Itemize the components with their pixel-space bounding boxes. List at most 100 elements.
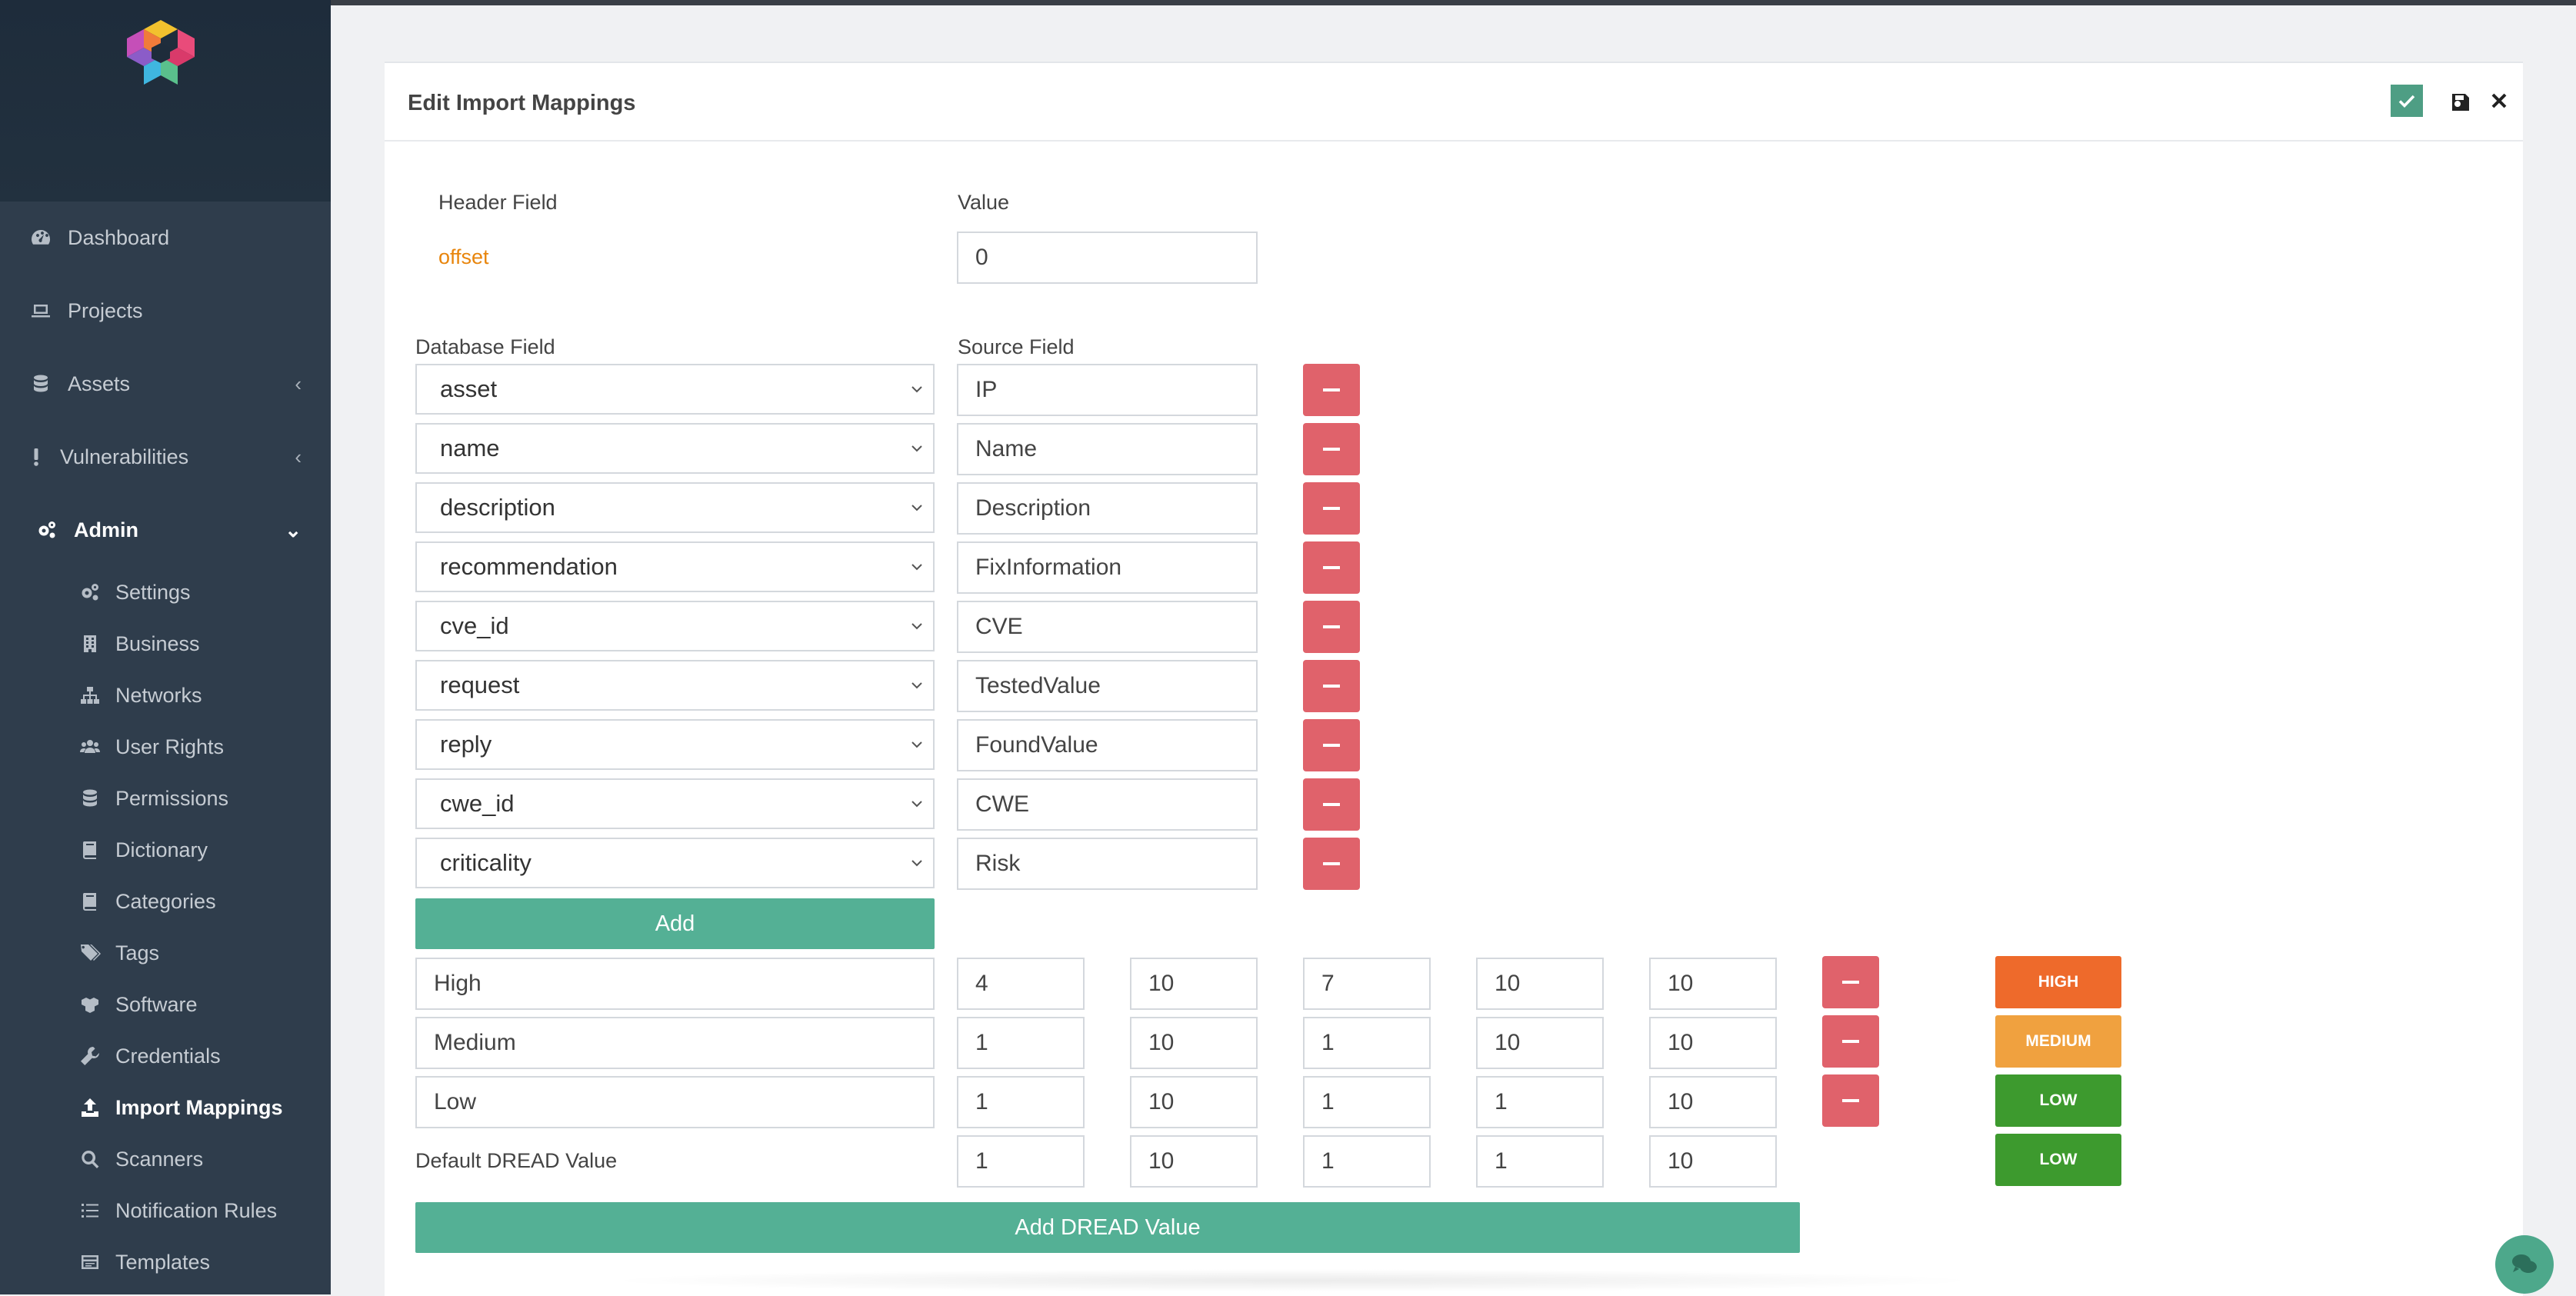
database-field-select[interactable]: cwe_id bbox=[415, 778, 935, 829]
remove-row-button[interactable] bbox=[1303, 601, 1360, 653]
dread-score-input[interactable]: 1 bbox=[957, 1017, 1085, 1069]
dread-score-input[interactable]: 10 bbox=[1476, 958, 1604, 1010]
tags-icon bbox=[77, 942, 103, 964]
sidebar-item-credentials[interactable]: Credentials bbox=[0, 1034, 331, 1078]
dread-score-input[interactable]: 1 bbox=[1303, 1017, 1431, 1069]
sidebar-item-categories[interactable]: Categories bbox=[0, 880, 331, 923]
remove-row-button[interactable] bbox=[1303, 364, 1360, 416]
dread-score-input[interactable]: 10 bbox=[1649, 958, 1777, 1010]
upload-icon bbox=[77, 1097, 103, 1118]
default-dread-score-input[interactable]: 1 bbox=[1303, 1135, 1431, 1188]
sidebar-item-business[interactable]: Business bbox=[0, 622, 331, 665]
database-field-value: request bbox=[440, 671, 520, 698]
close-button[interactable] bbox=[2488, 89, 2511, 112]
sidebar-item-templates[interactable]: Templates bbox=[0, 1241, 331, 1284]
add-mapping-button[interactable]: Add bbox=[415, 898, 935, 949]
remove-row-button[interactable] bbox=[1303, 423, 1360, 475]
list-icon bbox=[77, 1200, 103, 1221]
sidebar-item-label: Permissions bbox=[115, 786, 229, 810]
remove-row-button[interactable] bbox=[1303, 838, 1360, 890]
database-field-select[interactable]: name bbox=[415, 423, 935, 474]
sidebar-item-label: User Rights bbox=[115, 735, 225, 758]
default-dread-score-input[interactable]: 1 bbox=[1476, 1135, 1604, 1188]
sidebar-item-settings[interactable]: Settings bbox=[0, 571, 331, 614]
sidebar-item-admin[interactable]: Admin ⌄ bbox=[0, 507, 331, 553]
default-dread-score-input[interactable]: 1 bbox=[957, 1135, 1085, 1188]
remove-row-button[interactable] bbox=[1822, 1074, 1879, 1127]
source-field-input[interactable]: FixInformation bbox=[957, 541, 1258, 594]
severity-badge: HIGH bbox=[1995, 956, 2121, 1008]
default-dread-score-input[interactable]: 10 bbox=[1649, 1135, 1777, 1188]
sidebar-item-projects[interactable]: Projects bbox=[0, 288, 331, 334]
database-field-value: cve_id bbox=[440, 612, 509, 639]
database-field-select[interactable]: reply bbox=[415, 719, 935, 770]
source-field-input[interactable]: CVE bbox=[957, 601, 1258, 653]
database-field-select[interactable]: recommendation bbox=[415, 541, 935, 592]
dread-score-input[interactable]: 10 bbox=[1476, 1017, 1604, 1069]
remove-row-button[interactable] bbox=[1303, 778, 1360, 831]
remove-row-button[interactable] bbox=[1303, 719, 1360, 771]
database-field-select[interactable]: asset bbox=[415, 364, 935, 415]
source-field-input[interactable]: Name bbox=[957, 423, 1258, 475]
source-field-input[interactable]: IP bbox=[957, 364, 1258, 416]
database-field-select[interactable]: description bbox=[415, 482, 935, 533]
dread-score-input[interactable]: 10 bbox=[1649, 1017, 1777, 1069]
sidebar-item-label: Tags bbox=[115, 941, 160, 965]
dread-name-input[interactable]: High bbox=[415, 958, 935, 1010]
default-dread-score-input[interactable]: 10 bbox=[1130, 1135, 1258, 1188]
source-field-input[interactable]: CWE bbox=[957, 778, 1258, 831]
database-field-select[interactable]: criticality bbox=[415, 838, 935, 888]
severity-badge: LOW bbox=[1995, 1074, 2121, 1127]
database-field-column-label: Database Field bbox=[415, 335, 555, 358]
header-field-value-input[interactable]: 0 bbox=[957, 232, 1258, 284]
dread-score-input[interactable]: 7 bbox=[1303, 958, 1431, 1010]
sidebar-item-scanners[interactable]: Scanners bbox=[0, 1138, 331, 1181]
sidebar-item-notification-rules[interactable]: Notification Rules bbox=[0, 1189, 331, 1232]
sidebar-item-software[interactable]: Software bbox=[0, 983, 331, 1026]
source-field-input[interactable]: Description bbox=[957, 482, 1258, 535]
database-field-select[interactable]: cve_id bbox=[415, 601, 935, 651]
sidebar-item-permissions[interactable]: Permissions bbox=[0, 777, 331, 820]
source-field-input[interactable]: TestedValue bbox=[957, 660, 1258, 712]
sidebar-header bbox=[0, 0, 331, 202]
remove-row-button[interactable] bbox=[1303, 482, 1360, 535]
confirm-button[interactable] bbox=[2391, 85, 2423, 117]
chat-button[interactable] bbox=[2495, 1235, 2554, 1294]
sidebar-item-tags[interactable]: Tags bbox=[0, 931, 331, 974]
remove-row-button[interactable] bbox=[1303, 660, 1360, 712]
chevron-down-icon bbox=[911, 741, 922, 748]
sidebar-item-user-rights[interactable]: User Rights bbox=[0, 725, 331, 768]
remove-row-button[interactable] bbox=[1822, 956, 1879, 1008]
dread-score-input[interactable]: 1 bbox=[1303, 1076, 1431, 1128]
dread-score-input[interactable]: 10 bbox=[1130, 1017, 1258, 1069]
dread-score-input[interactable]: 10 bbox=[1649, 1076, 1777, 1128]
sidebar: Dashboard Projects Assets ‹ Vulnerabilit… bbox=[0, 0, 331, 1294]
database-field-select[interactable]: request bbox=[415, 660, 935, 711]
sidebar-item-label: Dashboard bbox=[68, 225, 170, 249]
source-field-input[interactable]: Risk bbox=[957, 838, 1258, 890]
source-field-input[interactable]: FoundValue bbox=[957, 719, 1258, 771]
database-field-value: recommendation bbox=[440, 553, 618, 580]
dread-score-input[interactable]: 4 bbox=[957, 958, 1085, 1010]
sidebar-item-dashboard[interactable]: Dashboard bbox=[0, 215, 331, 261]
dread-score-input[interactable]: 1 bbox=[1476, 1076, 1604, 1128]
remove-row-button[interactable] bbox=[1303, 541, 1360, 594]
sidebar-item-dictionary[interactable]: Dictionary bbox=[0, 828, 331, 871]
dread-name-input[interactable]: Medium bbox=[415, 1017, 935, 1069]
dread-score-input[interactable]: 1 bbox=[957, 1076, 1085, 1128]
sidebar-item-vulnerabilities[interactable]: Vulnerabilities ‹ bbox=[0, 434, 331, 480]
dread-score-input[interactable]: 10 bbox=[1130, 958, 1258, 1010]
chat-icon bbox=[2512, 1254, 2537, 1273]
app-logo[interactable] bbox=[122, 17, 200, 91]
dread-score-input[interactable]: 10 bbox=[1130, 1076, 1258, 1128]
add-dread-value-button[interactable]: Add DREAD Value bbox=[415, 1202, 1800, 1253]
remove-row-button[interactable] bbox=[1822, 1015, 1879, 1068]
sidebar-item-assets[interactable]: Assets ‹ bbox=[0, 361, 331, 407]
dread-name-input[interactable]: Low bbox=[415, 1076, 935, 1128]
sidebar-item-label: Credentials bbox=[115, 1044, 221, 1068]
sidebar-item-label: Software bbox=[115, 992, 198, 1016]
header-field-name: offset bbox=[438, 245, 489, 268]
sidebar-item-import-mappings[interactable]: Import Mappings bbox=[0, 1086, 331, 1129]
sidebar-item-networks[interactable]: Networks bbox=[0, 674, 331, 717]
save-button[interactable] bbox=[2449, 91, 2472, 114]
